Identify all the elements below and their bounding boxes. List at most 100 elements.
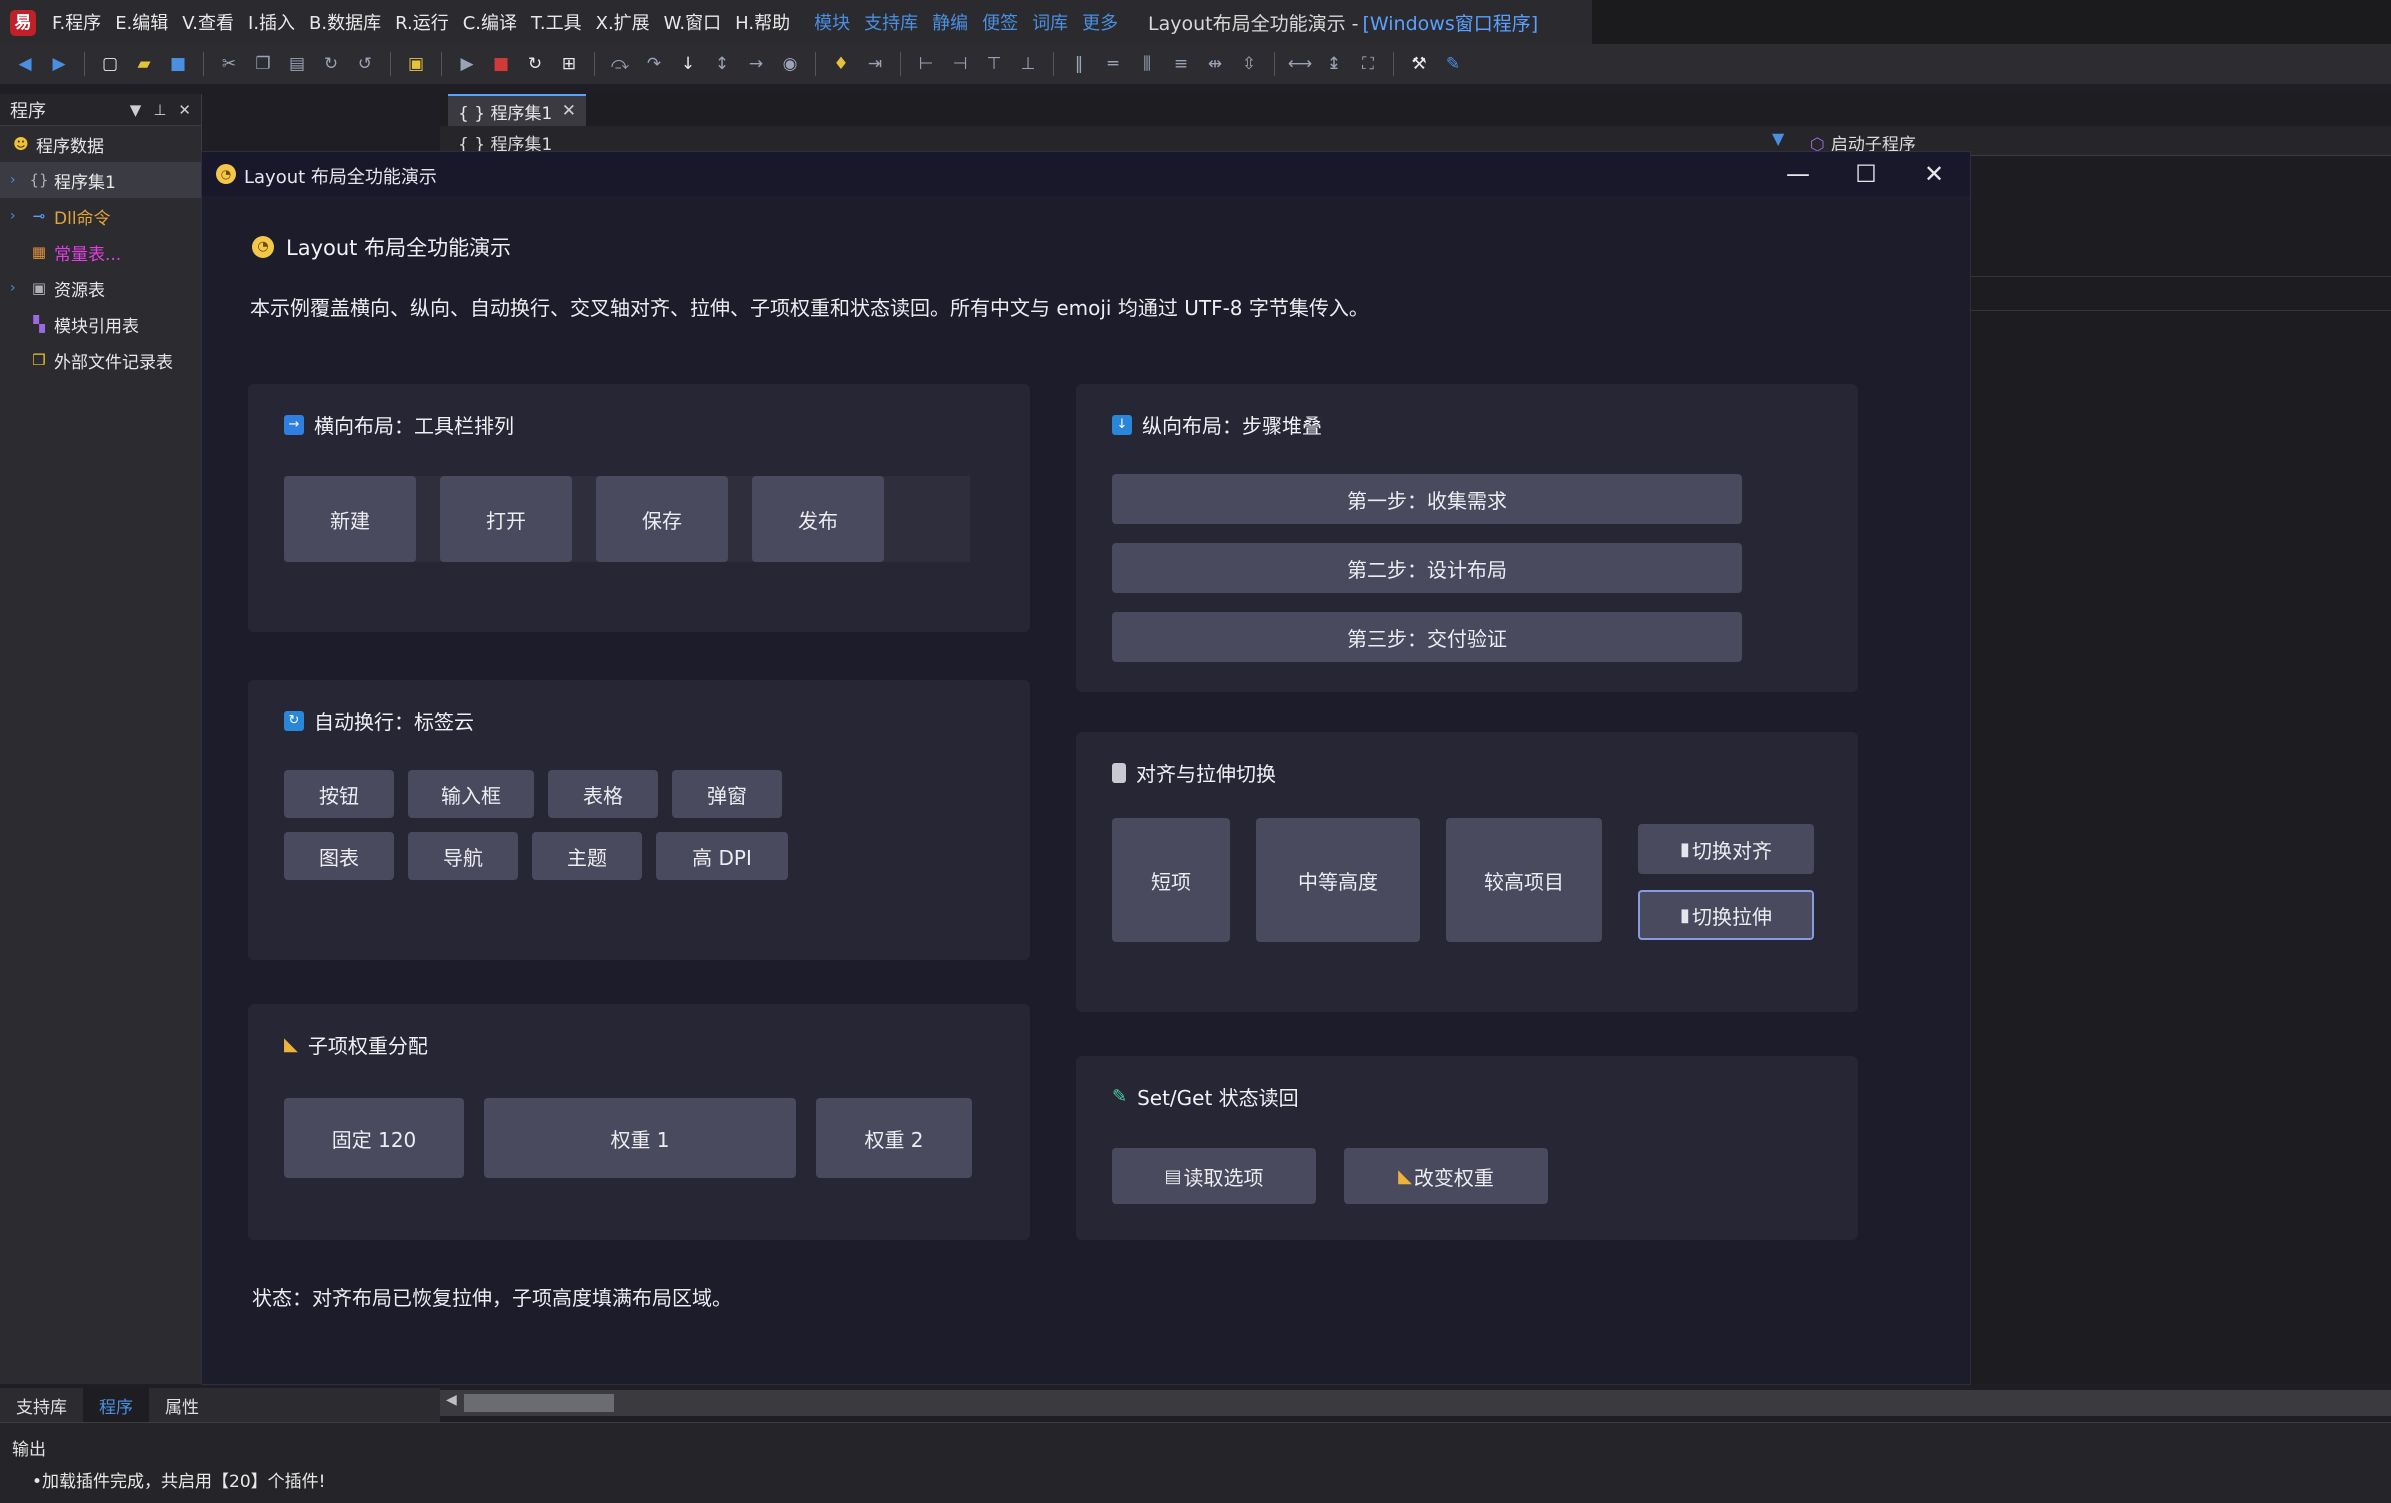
tree-item-dll[interactable]: › ⊸ Dll命令 <box>0 198 201 234</box>
link-notes[interactable]: 便签 <box>982 9 1018 35</box>
run-icon[interactable]: ▶ <box>454 51 480 77</box>
stop-icon[interactable]: ■ <box>488 51 514 77</box>
tab-program[interactable]: 程序 <box>83 1388 149 1422</box>
tab-order-icon[interactable]: ⇥ <box>862 51 888 77</box>
space-vertical-icon[interactable]: ⇳ <box>1236 51 1262 77</box>
run-to-icon[interactable]: → <box>743 51 769 77</box>
window-titlebar[interactable]: ◔ Layout 布局全功能演示 — ☐ ✕ <box>202 152 1970 196</box>
save-icon[interactable]: ■ <box>165 51 191 77</box>
same-width-icon[interactable]: ⟷ <box>1287 51 1313 77</box>
tab-assembly[interactable]: { } 程序集1 ✕ <box>448 94 586 126</box>
menu-tools[interactable]: T.工具 <box>531 9 582 35</box>
align-left-icon[interactable]: ⊢ <box>913 51 939 77</box>
link-static[interactable]: 静编 <box>932 9 968 35</box>
tree-item-program-data[interactable]: ☻ 程序数据 <box>0 126 201 162</box>
tools-icon[interactable]: ⚒ <box>1406 51 1432 77</box>
scroll-left-icon[interactable]: ◀ <box>446 1392 457 1408</box>
tab-properties[interactable]: 属性 <box>149 1388 215 1422</box>
tree-item-constants[interactable]: ▦ 常量表... <box>0 234 201 270</box>
menu-edit[interactable]: E.编辑 <box>115 9 168 35</box>
tree-item-module-refs[interactable]: ▚ 模块引用表 <box>0 306 201 342</box>
restart-icon[interactable]: ↻ <box>522 51 548 77</box>
tag-high-dpi[interactable]: 高 DPI <box>656 832 788 880</box>
toggle-align-button[interactable]: ▮ 切换对齐 <box>1638 824 1814 874</box>
menu-database[interactable]: B.数据库 <box>309 9 381 35</box>
panel-pin-icon[interactable]: ⊥ <box>153 101 166 119</box>
align-top-icon[interactable]: ⊤ <box>981 51 1007 77</box>
tall-item[interactable]: 较高项目 <box>1446 818 1602 942</box>
distribute-horizontal-icon[interactable]: ⫼ <box>1134 51 1160 77</box>
pen-icon[interactable]: ✎ <box>1440 51 1466 77</box>
weight-2-item[interactable]: 权重 2 <box>816 1098 972 1178</box>
breakpoint-icon[interactable]: ◉ <box>777 51 803 77</box>
tag-input[interactable]: 输入框 <box>408 770 534 818</box>
expand-arrow-icon[interactable]: › <box>10 172 28 188</box>
same-height-icon[interactable]: ↨ <box>1321 51 1347 77</box>
chevron-down-icon[interactable]: ▼ <box>1772 129 1784 148</box>
menu-insert[interactable]: I.插入 <box>248 9 295 35</box>
tag-button[interactable]: 按钮 <box>284 770 394 818</box>
paste-icon[interactable]: ▤ <box>284 51 310 77</box>
tree-item-external-files[interactable]: ❒ 外部文件记录表 <box>0 342 201 378</box>
link-lexicon[interactable]: 词库 <box>1032 9 1068 35</box>
distribute-vertical-icon[interactable]: ≡ <box>1168 51 1194 77</box>
menu-compile[interactable]: C.编译 <box>463 9 517 35</box>
scrollbar-thumb[interactable] <box>464 1394 614 1412</box>
tag-chart[interactable]: 图表 <box>284 832 394 880</box>
save-button[interactable]: 保存 <box>596 476 728 562</box>
publish-button[interactable]: 发布 <box>752 476 884 562</box>
step-2-button[interactable]: 第二步：设计布局 <box>1112 543 1742 593</box>
expand-arrow-icon[interactable]: › <box>10 208 28 224</box>
undo-icon[interactable]: ↺ <box>352 51 378 77</box>
toggle-stretch-button[interactable]: ▮ 切换拉伸 <box>1638 890 1814 940</box>
expand-arrow-icon[interactable]: › <box>10 280 28 296</box>
medium-item[interactable]: 中等高度 <box>1256 818 1420 942</box>
copy-icon[interactable]: ❐ <box>250 51 276 77</box>
space-horizontal-icon[interactable]: ⇹ <box>1202 51 1228 77</box>
cut-icon[interactable]: ✂ <box>216 51 242 77</box>
open-button[interactable]: 打开 <box>440 476 572 562</box>
tag-table[interactable]: 表格 <box>548 770 658 818</box>
center-horizontal-icon[interactable]: ‖ <box>1066 51 1092 77</box>
open-project-icon[interactable]: ▣ <box>403 51 429 77</box>
menu-run[interactable]: R.运行 <box>395 9 449 35</box>
tag-popup[interactable]: 弹窗 <box>672 770 782 818</box>
menu-extend[interactable]: X.扩展 <box>596 9 650 35</box>
open-folder-icon[interactable]: ▰ <box>131 51 157 77</box>
short-item[interactable]: 短项 <box>1112 818 1230 942</box>
step-into-icon[interactable]: ↓ <box>675 51 701 77</box>
forward-icon[interactable]: ▶ <box>46 51 72 77</box>
horizontal-scrollbar[interactable]: ◀ <box>440 1390 2391 1416</box>
step-out-icon[interactable]: ↕ <box>709 51 735 77</box>
close-tab-icon[interactable]: ✕ <box>562 101 576 121</box>
link-more[interactable]: 更多 <box>1082 9 1118 35</box>
back-icon[interactable]: ◀ <box>12 51 38 77</box>
panel-dropdown-icon[interactable]: ▼ <box>130 101 142 119</box>
close-icon[interactable]: ✕ <box>1900 152 1968 196</box>
step-1-button[interactable]: 第一步：收集需求 <box>1112 474 1742 524</box>
compile-icon[interactable]: ⊞ <box>556 51 582 77</box>
tag-theme[interactable]: 主题 <box>532 832 642 880</box>
step-over-icon[interactable]: ⤼ <box>607 51 633 77</box>
panel-close-icon[interactable]: ✕ <box>178 101 191 119</box>
lightbulb-icon[interactable]: ♦ <box>828 51 854 77</box>
redo-icon[interactable]: ↻ <box>318 51 344 77</box>
tree-item-resources[interactable]: › ▣ 资源表 <box>0 270 201 306</box>
align-bottom-icon[interactable]: ⊥ <box>1015 51 1041 77</box>
step-loop-icon[interactable]: ↷ <box>641 51 667 77</box>
link-support-lib[interactable]: 支持库 <box>864 9 918 35</box>
align-right-icon[interactable]: ⊣ <box>947 51 973 77</box>
minimize-icon[interactable]: — <box>1764 152 1832 196</box>
maximize-icon[interactable]: ☐ <box>1832 152 1900 196</box>
fixed-120-item[interactable]: 固定 120 <box>284 1098 464 1178</box>
tree-item-assembly[interactable]: › {} 程序集1 <box>0 162 201 198</box>
new-button[interactable]: 新建 <box>284 476 416 562</box>
weight-1-item[interactable]: 权重 1 <box>484 1098 796 1178</box>
tab-support-lib[interactable]: 支持库 <box>0 1388 83 1422</box>
center-vertical-icon[interactable]: ═ <box>1100 51 1126 77</box>
menu-help[interactable]: H.帮助 <box>735 9 790 35</box>
link-module[interactable]: 模块 <box>814 9 850 35</box>
menu-window[interactable]: W.窗口 <box>664 9 721 35</box>
read-option-button[interactable]: ▤ 读取选项 <box>1112 1148 1316 1204</box>
same-size-icon[interactable]: ⛶ <box>1355 51 1381 77</box>
